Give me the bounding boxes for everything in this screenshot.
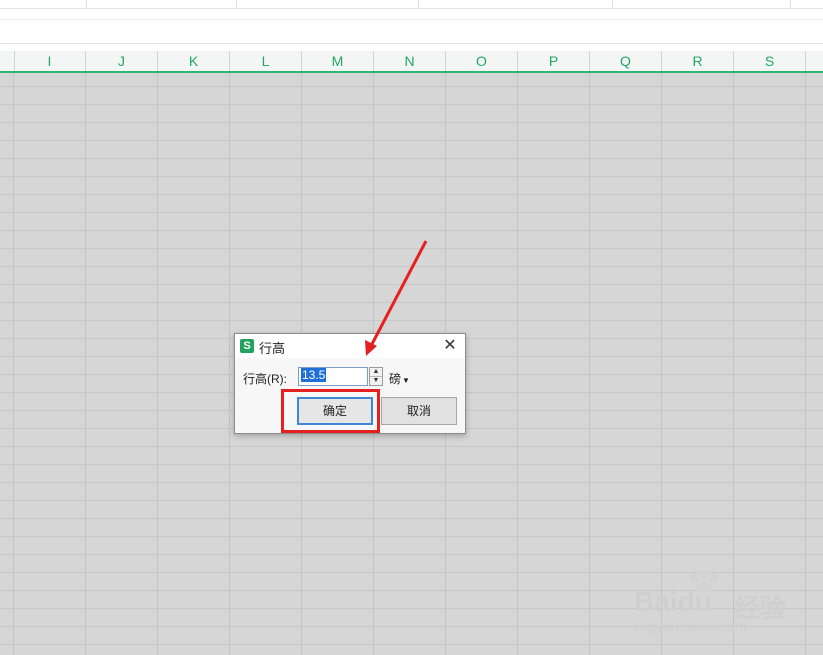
grid-row-line [0,176,823,177]
toolbar-divider [418,0,419,7]
column-header-j[interactable]: J [86,51,158,71]
grid-row-line [0,158,823,159]
column-header-i[interactable]: I [14,51,86,71]
grid-row-line [0,104,823,105]
formula-bar[interactable] [0,9,823,44]
column-header-p[interactable]: P [518,51,590,71]
grid-row-line [0,302,823,303]
header-corner [0,51,15,71]
grid-row-line [0,482,823,483]
grid-row-line [0,248,823,249]
grid-row-line [0,446,823,447]
column-header-m[interactable]: M [302,51,374,71]
watermark-url: jingyan.baidu.com [634,618,747,634]
grid-row-line [0,122,823,123]
column-header-q[interactable]: Q [590,51,662,71]
row-height-spinner[interactable]: ▲ ▼ [369,367,383,386]
grid-row-line [0,86,823,87]
grid-row-line [0,644,823,645]
column-header-r[interactable]: R [662,51,734,71]
grid-row-line [0,284,823,285]
column-header-k[interactable]: K [158,51,230,71]
grid-column-line [733,73,734,655]
row-height-input[interactable]: 13.5 [298,367,368,386]
grid-column-line [661,73,662,655]
grid-row-line [0,536,823,537]
grid-column-line [517,73,518,655]
column-header-s[interactable]: S [734,51,806,71]
grid-row-line [0,320,823,321]
grid-column-line [589,73,590,655]
grid-column-line [229,73,230,655]
spin-down-icon[interactable]: ▼ [370,377,382,385]
toolbar-strip [0,0,823,9]
row-height-value: 13.5 [301,368,327,382]
toolbar-divider [612,0,613,7]
close-icon[interactable]: ✕ [441,337,459,355]
dialog-title-bar[interactable]: S 行高 ✕ [235,334,465,358]
baidu-watermark: Baidu 经验 jingyan.baidu.com [634,570,809,640]
grid-column-line [157,73,158,655]
grid-row-line [0,230,823,231]
unit-dropdown[interactable]: 磅▼ [389,370,410,387]
unit-label: 磅 [389,372,402,386]
row-height-label: 行高(R): [243,372,287,386]
toolbar-divider [790,0,791,7]
toolbar-divider [86,0,87,7]
wps-spreadsheet-icon: S [240,339,254,353]
caret-down-icon: ▼ [402,376,410,385]
grid-row-line [0,464,823,465]
grid-row-line [0,266,823,267]
toolbar-divider [236,0,237,7]
column-header-n[interactable]: N [374,51,446,71]
grid-row-line [0,500,823,501]
grid-row-line [0,554,823,555]
watermark-logo: Baidu [634,586,712,617]
grid-column-line [85,73,86,655]
grid-row-line [0,194,823,195]
formula-divider [0,19,823,20]
grid-row-line [0,140,823,141]
dialog-title: 行高 [259,341,286,356]
grid-row-line [0,518,823,519]
cancel-button[interactable]: 取消 [381,397,457,425]
spin-up-icon[interactable]: ▲ [370,368,382,377]
grid-column-line [13,73,14,655]
column-header: I J K L M N O P Q R S [0,51,823,73]
annotation-highlight-box [281,389,380,433]
grid-row-line [0,212,823,213]
column-header-l[interactable]: L [230,51,302,71]
column-header-o[interactable]: O [446,51,518,71]
grid-column-line [805,73,806,655]
